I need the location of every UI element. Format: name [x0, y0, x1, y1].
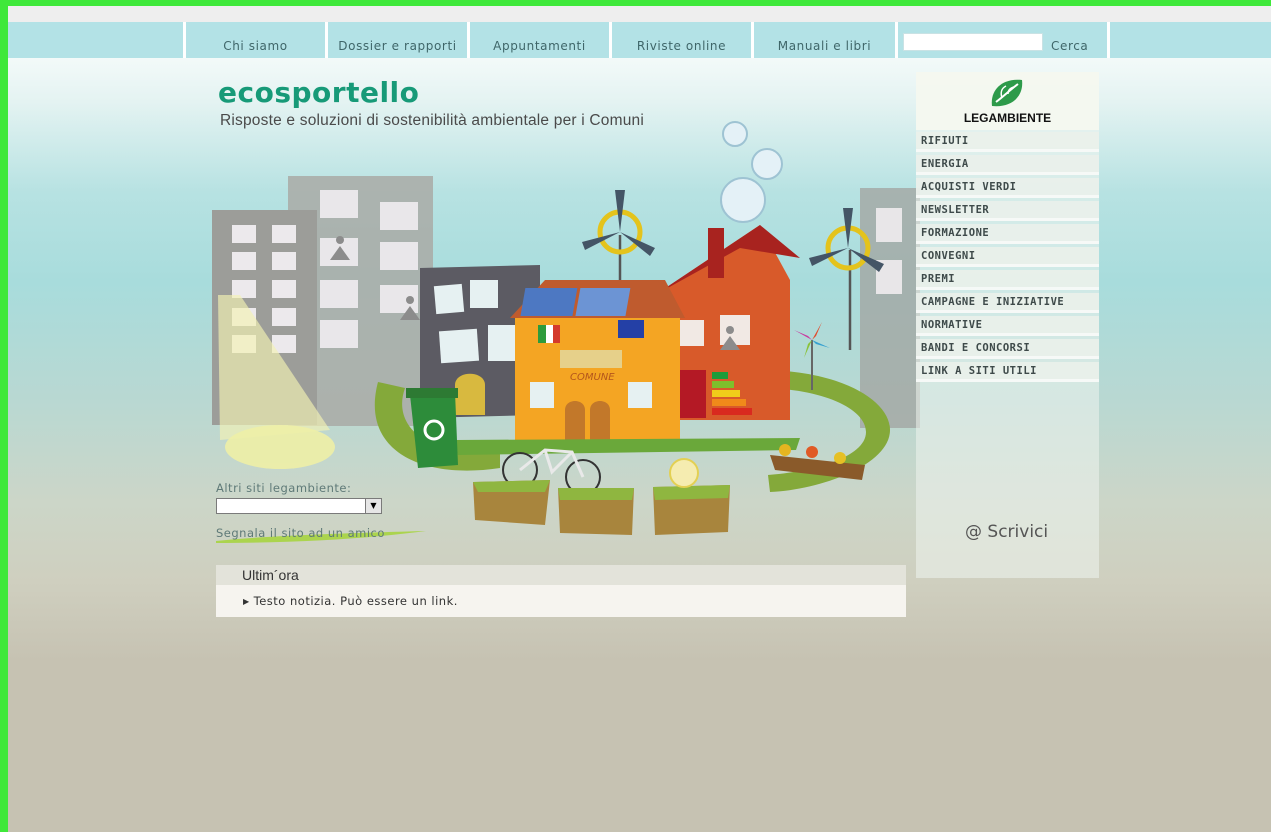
menu-convegni[interactable]: CONVEGNI	[916, 247, 1099, 267]
menu-campagne-e-iniziative[interactable]: CAMPAGNE E INIZIATIVE	[916, 293, 1099, 313]
menu-newsletter[interactable]: NEWSLETTER	[916, 201, 1099, 221]
menu-acquisti-verdi[interactable]: ACQUISTI VERDI	[916, 178, 1099, 198]
nav-separator	[1107, 22, 1110, 58]
nav-separator	[895, 22, 898, 58]
triangle-right-icon: ▶	[243, 597, 250, 606]
menu-premi[interactable]: PREMI	[916, 270, 1099, 290]
comune-label: COMUNE	[570, 372, 615, 383]
other-sites-select[interactable]: ▼	[216, 498, 382, 514]
search-input[interactable]	[903, 33, 1043, 51]
nav-manuali-e-libri[interactable]: Manuali e libri	[754, 22, 895, 58]
chevron-down-icon[interactable]: ▼	[365, 499, 381, 513]
menu-energia[interactable]: ENERGIA	[916, 155, 1099, 175]
contact-link[interactable]: @ Scrivici	[965, 522, 1048, 542]
nav-dossier-e-rapporti[interactable]: Dossier e rapporti	[328, 22, 467, 58]
menu-rifiuti[interactable]: RIFIUTI	[916, 132, 1099, 152]
nav-appuntamenti[interactable]: Appuntamenti	[470, 22, 609, 58]
legambiente-brand[interactable]: LEGAMBIENTE	[916, 111, 1099, 125]
city-illustration: COMUNE	[212, 121, 920, 535]
site-logo[interactable]: ecosportello	[218, 76, 419, 109]
nav-riviste-online[interactable]: Riviste online	[612, 22, 751, 58]
share-site-link[interactable]: Segnala il sito ad un amico	[216, 526, 385, 540]
nav-chi-siamo[interactable]: Chi siamo	[186, 22, 325, 58]
legambiente-leaf-icon[interactable]	[988, 76, 1026, 110]
news-item-text[interactable]: Testo notizia. Può essere un link.	[254, 594, 458, 608]
browser-frame-left	[0, 0, 8, 832]
menu-normative[interactable]: NORMATIVE	[916, 316, 1099, 336]
news-header	[216, 565, 906, 585]
news-item[interactable]: ▶ Testo notizia. Può essere un link.	[243, 594, 458, 608]
top-strip	[8, 6, 1271, 22]
news-title: Ultim´ora	[242, 567, 299, 583]
menu-bandi-e-concorsi[interactable]: BANDI E CONCORSI	[916, 339, 1099, 359]
other-sites-label: Altri siti legambiente:	[216, 481, 352, 495]
search-button[interactable]: Cerca	[1051, 22, 1088, 58]
menu-formazione[interactable]: FORMAZIONE	[916, 224, 1099, 244]
menu-link-a-siti-utili[interactable]: LINK A SITI UTILI	[916, 362, 1099, 382]
